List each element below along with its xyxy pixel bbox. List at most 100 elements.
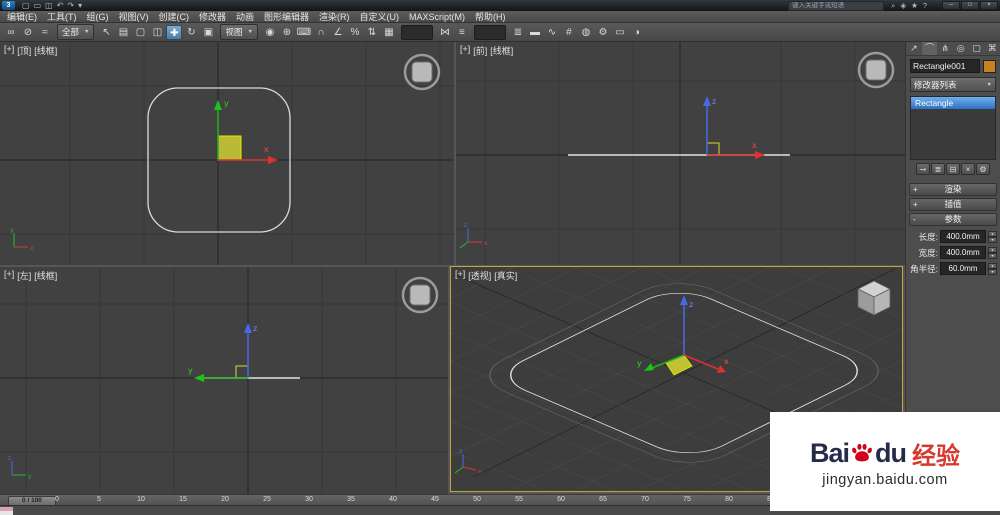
maxscript-mini-listener-input[interactable] xyxy=(0,511,13,515)
width-spinner[interactable]: ▴ ▾ xyxy=(988,247,997,259)
menu-animation[interactable]: 动画 xyxy=(231,11,259,23)
spinner-down-icon[interactable]: ▾ xyxy=(988,237,997,243)
menu-group[interactable]: 组(G) xyxy=(82,11,114,23)
viewport-menu-plus[interactable]: [+] xyxy=(4,44,14,57)
align-icon[interactable]: ≡ xyxy=(454,25,470,40)
viewport-top[interactable]: y x y x [+] [顶] [线框] xyxy=(0,42,454,265)
open-file-icon[interactable]: ▭ xyxy=(34,0,42,11)
rollout-interpolation[interactable]: + 插值 xyxy=(909,198,997,211)
rollout-rendering[interactable]: + 渲染 xyxy=(909,183,997,196)
workspaces-dropdown-icon[interactable]: ▾ xyxy=(78,0,82,11)
viewport-menu-plus[interactable]: [+] xyxy=(455,269,465,282)
viewport-left[interactable]: z y z y [+] [左] [线框] xyxy=(0,267,448,494)
stack-item-rectangle[interactable]: Rectangle xyxy=(911,97,995,109)
window-crossing-icon[interactable]: ◫ xyxy=(149,25,165,40)
infocenter-search-input[interactable]: 键入关键字或短语 xyxy=(788,0,885,11)
tab-utilities[interactable]: ⌘ xyxy=(984,42,1000,55)
edit-named-selection-sets-icon[interactable]: ▦ xyxy=(381,25,397,40)
show-end-result-icon[interactable]: ≣ xyxy=(931,163,945,175)
tab-modify[interactable]: ⌒ xyxy=(921,42,938,55)
selection-region-icon[interactable]: ▢ xyxy=(132,25,148,40)
viewport-menu-plus[interactable]: [+] xyxy=(4,269,14,282)
menu-graph-editors[interactable]: 图形编辑器 xyxy=(259,11,314,23)
communication-center-icon[interactable]: ◈ xyxy=(900,0,906,11)
viewcube[interactable] xyxy=(403,53,441,91)
selection-filter-dropdown[interactable]: 全部 ▼ xyxy=(57,24,95,40)
corner-radius-spinner[interactable]: ▴ ▾ xyxy=(988,263,997,275)
remove-modifier-icon[interactable]: × xyxy=(961,163,975,175)
undo-icon[interactable]: ↶ xyxy=(57,0,64,11)
menu-rendering[interactable]: 渲染(R) xyxy=(314,11,355,23)
render-setup-icon[interactable]: ⚙ xyxy=(595,25,611,40)
application-button[interactable]: 3 xyxy=(2,1,15,10)
spinner-snap-icon[interactable]: ⇅ xyxy=(364,25,380,40)
keyboard-override-icon[interactable]: ⌨ xyxy=(296,25,312,40)
unlink-selection-icon[interactable]: ⊘ xyxy=(20,25,36,40)
viewport-menu-view[interactable]: [顶] xyxy=(17,44,31,57)
viewport-menu-view[interactable]: [前] xyxy=(473,44,487,57)
menu-edit[interactable]: 编辑(E) xyxy=(2,11,42,23)
move-gizmo[interactable]: z y xyxy=(188,323,257,382)
select-and-manipulate-icon[interactable]: ⊕ xyxy=(279,25,295,40)
select-and-scale-icon[interactable]: ▣ xyxy=(200,25,216,40)
reference-coordinate-dropdown[interactable]: 视图 ▼ xyxy=(220,24,258,40)
schematic-view-icon[interactable]: # xyxy=(561,25,577,40)
material-editor-icon[interactable]: ◍ xyxy=(578,25,594,40)
modifier-stack[interactable]: Rectangle xyxy=(910,96,996,160)
move-gizmo[interactable]: z y x xyxy=(637,295,729,376)
viewport-menu-shading[interactable]: [线框] xyxy=(490,44,513,57)
select-and-rotate-icon[interactable]: ↻ xyxy=(183,25,199,40)
width-field[interactable]: 400.0mm xyxy=(940,246,986,259)
render-production-icon[interactable]: ◑ xyxy=(629,25,645,40)
menu-maxscript[interactable]: MAXScript(M) xyxy=(404,11,470,23)
menu-tools[interactable]: 工具(T) xyxy=(42,11,82,23)
layer-manager-icon[interactable]: ≣ xyxy=(510,25,526,40)
rollout-parameters[interactable]: - 参数 xyxy=(909,213,997,226)
move-gizmo[interactable]: z x xyxy=(703,96,765,159)
length-spinner[interactable]: ▴ ▾ xyxy=(988,231,997,243)
viewcube[interactable] xyxy=(857,51,895,89)
select-and-move-icon[interactable]: ✚ xyxy=(166,24,183,40)
viewport-menu-shading[interactable]: [真实] xyxy=(494,269,517,282)
spinner-down-icon[interactable]: ▾ xyxy=(988,253,997,259)
viewport-menu-view[interactable]: [透视] xyxy=(468,269,491,282)
named-selection-combo[interactable] xyxy=(400,24,433,40)
viewcube[interactable] xyxy=(857,280,891,316)
tab-motion[interactable]: ◎ xyxy=(953,42,969,55)
length-field[interactable]: 400.0mm xyxy=(940,230,986,243)
menu-help[interactable]: 帮助(H) xyxy=(470,11,511,23)
use-pivot-center-icon[interactable]: ◉ xyxy=(262,25,278,40)
tab-hierarchy[interactable]: ⋔ xyxy=(937,42,953,55)
snaps-toggle-icon[interactable]: ∩ xyxy=(313,25,329,40)
select-by-name-icon[interactable]: ▤ xyxy=(115,25,131,40)
pin-stack-icon[interactable]: ⊸ xyxy=(916,163,930,175)
search-icon[interactable]: ⌕ xyxy=(891,0,895,11)
viewport-left-canvas[interactable]: z y z y xyxy=(0,267,448,494)
favorites-icon[interactable]: ★ xyxy=(911,0,918,11)
bind-to-space-warp-icon[interactable]: ≈ xyxy=(37,25,53,40)
configure-modifier-sets-icon[interactable]: ⚙ xyxy=(976,163,990,175)
save-file-icon[interactable]: ◫ xyxy=(45,0,53,11)
corner-radius-field[interactable]: 60.0mm xyxy=(940,262,986,275)
modifier-list-dropdown[interactable]: 修改器列表 ▼ xyxy=(910,77,996,92)
rendered-frame-icon[interactable]: ▭ xyxy=(612,25,628,40)
viewport-menu-plus[interactable]: [+] xyxy=(460,44,470,57)
maximize-button[interactable]: □ xyxy=(961,1,979,10)
viewport-menu-view[interactable]: [左] xyxy=(17,269,31,282)
tab-display[interactable]: ▢ xyxy=(969,42,985,55)
graphite-ribbon-icon[interactable]: ▬ xyxy=(527,25,543,40)
menu-create[interactable]: 创建(C) xyxy=(154,11,195,23)
viewport-front[interactable]: z x z x [+] [前] [线框] xyxy=(456,42,905,265)
object-color-swatch[interactable] xyxy=(983,59,996,73)
minimize-button[interactable]: ─ xyxy=(942,1,960,10)
viewport-menu-shading[interactable]: [线框] xyxy=(34,269,57,282)
help-icon[interactable]: ? xyxy=(923,0,927,11)
spinner-down-icon[interactable]: ▾ xyxy=(988,269,997,275)
menu-views[interactable]: 视图(V) xyxy=(114,11,154,23)
make-unique-icon[interactable]: ⊟ xyxy=(946,163,960,175)
new-scene-icon[interactable]: ▢ xyxy=(22,0,30,11)
tab-create[interactable]: ↗ xyxy=(906,42,922,55)
close-button[interactable]: × xyxy=(980,1,998,10)
angle-snap-icon[interactable]: ∠ xyxy=(330,25,346,40)
select-object-icon[interactable]: ↖ xyxy=(98,25,114,40)
